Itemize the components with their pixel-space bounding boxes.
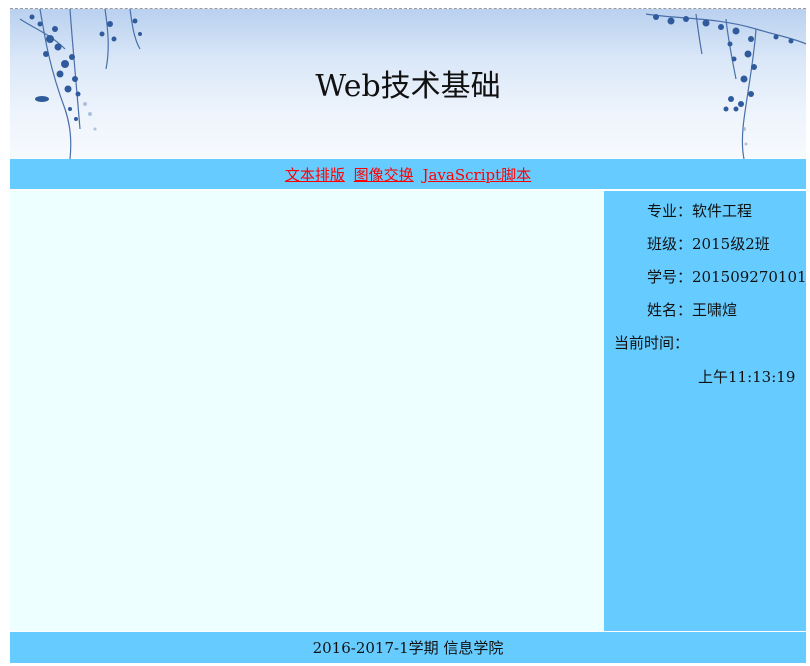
current-time-value: 上午11:13:19 [698,368,796,386]
student-id-label: 学号： [647,268,693,286]
class-value: 2015级2班 [692,235,770,253]
student-id-value: 201509270101 [692,268,807,286]
info-sidebar: 专业：软件工程 班级：2015级2班 学号：201509270101 姓名：王啸… [604,191,807,631]
major-row: 专业：软件工程 [647,201,752,221]
class-row: 班级：2015级2班 [647,234,770,254]
student-id-row: 学号：201509270101 [647,267,807,287]
current-time-label: 当前时间： [614,334,690,352]
header-banner: Web技术基础 [10,8,806,159]
name-row: 姓名：王啸煊 [647,300,737,320]
nav-link-image-swap[interactable]: 图像交换 [354,166,414,184]
nav-bar: 文本排版 图像交换 JavaScript脚本 [10,159,806,189]
time-value-row: 上午11:13:19 [698,367,795,387]
class-label: 班级： [647,235,693,253]
main-content-area [10,191,604,631]
page: Web技术基础 文本排版 图像交换 JavaScript脚本 专业：软件工程 班… [10,8,807,666]
nav-link-javascript[interactable]: JavaScript脚本 [422,166,531,184]
nav-link-text-layout[interactable]: 文本排版 [285,166,345,184]
name-label: 姓名： [647,301,693,319]
time-label-row: 当前时间： [614,333,689,353]
major-value: 软件工程 [692,202,753,220]
major-label: 专业： [647,202,693,220]
floral-decoration-right [645,13,806,159]
footer: 2016-2017-1学期 信息学院 [10,632,806,663]
name-value: 王啸煊 [692,301,738,319]
